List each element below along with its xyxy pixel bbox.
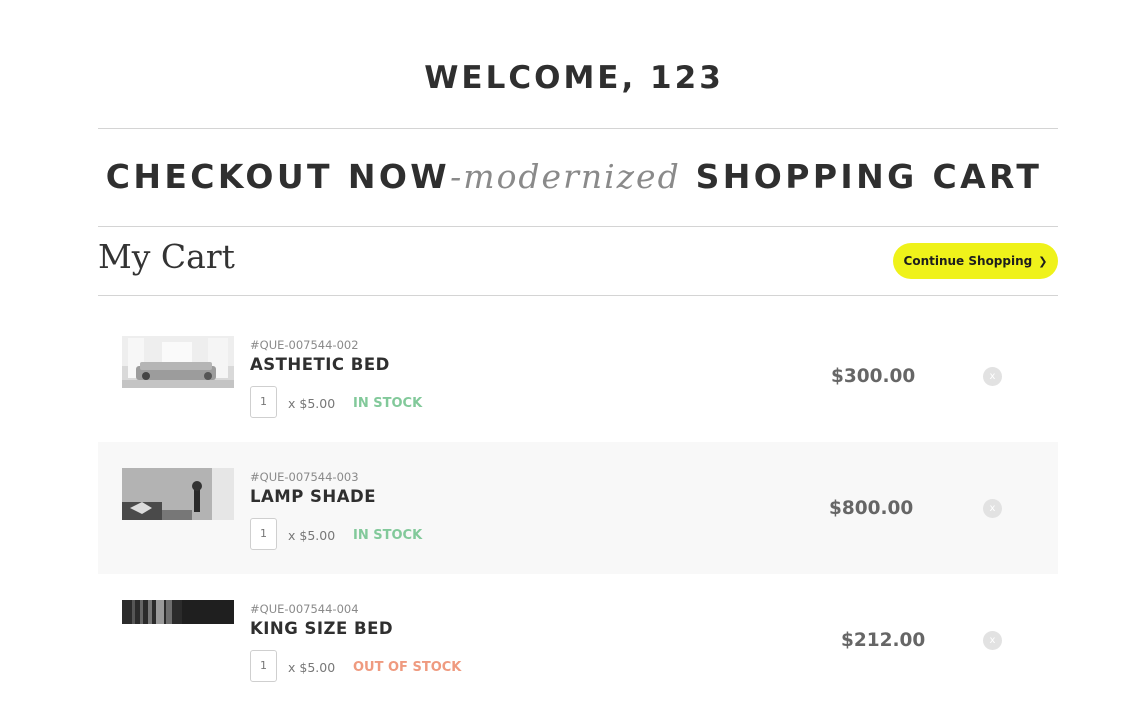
item-total-price: $212.00	[841, 630, 926, 651]
cart-item: #QUE-007544-002 ASTHETIC BED 1 x $5.00 I…	[98, 310, 1058, 442]
product-name[interactable]: ASTHETIC BED	[250, 355, 390, 374]
stock-status: IN STOCK	[353, 396, 423, 411]
product-name[interactable]: LAMP SHADE	[250, 487, 376, 506]
chevron-right-icon: ❯	[1038, 254, 1048, 268]
continue-shopping-label: Continue Shopping	[903, 254, 1033, 268]
headline-part1: CHECKOUT NOW	[105, 157, 451, 196]
cart-item: #QUE-007544-004 KING SIZE BED 1 x $5.00 …	[98, 574, 1058, 701]
remove-item-button[interactable]: x	[983, 631, 1002, 650]
divider	[98, 226, 1058, 227]
headline-italic: -modernized	[450, 157, 681, 196]
cart-title: My Cart	[98, 237, 235, 276]
product-image	[122, 600, 234, 624]
product-image	[122, 336, 234, 388]
unit-price: x $5.00	[288, 396, 336, 411]
product-image	[122, 468, 234, 520]
stock-status: OUT OF STOCK	[353, 660, 462, 675]
remove-item-button[interactable]: x	[983, 367, 1002, 386]
unit-price: x $5.00	[288, 528, 336, 543]
product-sku: #QUE-007544-002	[250, 338, 359, 352]
headline-part2: SHOPPING CART	[680, 157, 1043, 196]
page-headline: CHECKOUT NOW-modernized SHOPPING CART	[0, 157, 1148, 196]
stock-status: IN STOCK	[353, 528, 423, 543]
quantity-input[interactable]: 1	[250, 386, 277, 418]
remove-item-button[interactable]: x	[983, 499, 1002, 518]
quantity-input[interactable]: 1	[250, 518, 277, 550]
product-sku: #QUE-007544-003	[250, 470, 359, 484]
product-sku: #QUE-007544-004	[250, 602, 359, 616]
continue-shopping-button[interactable]: Continue Shopping ❯	[893, 243, 1058, 279]
welcome-heading: WELCOME, 123	[424, 60, 724, 96]
item-total-price: $800.00	[829, 498, 914, 519]
unit-price: x $5.00	[288, 660, 336, 675]
divider	[98, 128, 1058, 129]
item-total-price: $300.00	[831, 366, 916, 387]
divider	[98, 295, 1058, 296]
product-name[interactable]: KING SIZE BED	[250, 619, 393, 638]
cart-item: #QUE-007544-003 LAMP SHADE 1 x $5.00 IN …	[98, 442, 1058, 574]
quantity-input[interactable]: 1	[250, 650, 277, 682]
